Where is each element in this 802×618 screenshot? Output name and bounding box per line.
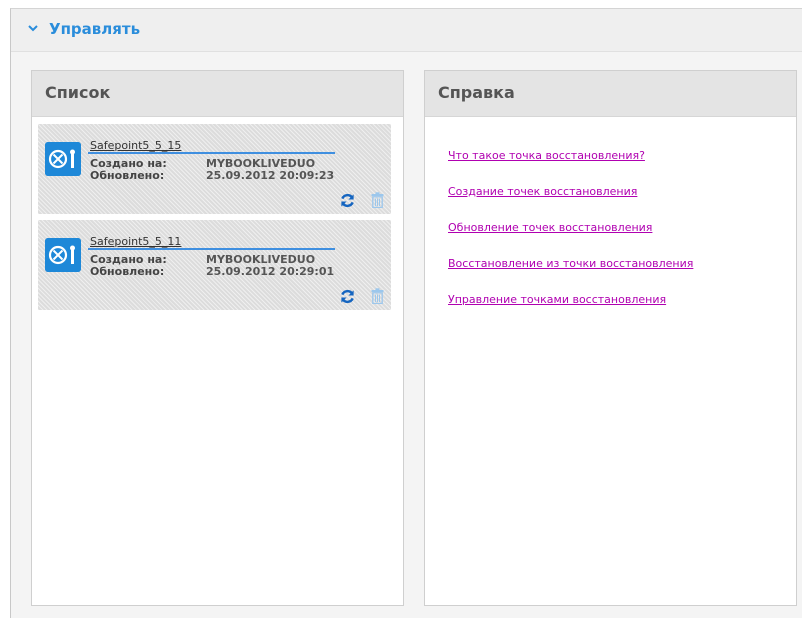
help-panel-title: Справка: [425, 71, 796, 117]
trash-icon[interactable]: [371, 288, 384, 304]
safepoint-name[interactable]: Safepoint5_5_11: [90, 235, 181, 248]
safepoint-item[interactable]: Safepoint5_5_15 Создано на: MYBOOKLIVEDU…: [38, 124, 391, 214]
help-panel: Справка Что такое точка восстановления? …: [424, 70, 797, 606]
section-header[interactable]: Управлять: [11, 9, 802, 52]
manage-section: Управлять Список Safepoint5_5_15 Создано…: [10, 8, 802, 618]
updated-value: 25.09.2012 20:09:23: [206, 169, 335, 182]
refresh-icon[interactable]: [339, 192, 356, 209]
safepoint-icon: [45, 238, 81, 272]
help-link-restore-from-safepoint[interactable]: Восстановление из точки восстановления: [448, 257, 693, 293]
safepoint-name-underline: [88, 248, 335, 250]
updated-value: 25.09.2012 20:29:01: [206, 265, 335, 278]
trash-icon[interactable]: [371, 192, 384, 208]
safepoint-name-underline: [88, 152, 335, 154]
help-link-what-is-safepoint[interactable]: Что такое точка восстановления?: [448, 149, 693, 185]
list-panel: Список Safepoint5_5_15 Создано на: MYBOO…: [31, 70, 404, 606]
help-link-update-safepoints[interactable]: Обновление точек восстановления: [448, 221, 693, 257]
section-title[interactable]: Управлять: [49, 20, 140, 38]
safepoint-item[interactable]: Safepoint5_5_11 Создано на: MYBOOKLIVEDU…: [38, 220, 391, 310]
refresh-icon[interactable]: [339, 288, 356, 305]
safepoint-icon: [45, 142, 81, 176]
updated-label: Обновлено:: [90, 169, 165, 182]
list-panel-title: Список: [32, 71, 403, 117]
chevron-down-icon[interactable]: [27, 23, 39, 35]
help-link-manage-safepoints[interactable]: Управление точками восстановления: [448, 293, 693, 329]
safepoint-name[interactable]: Safepoint5_5_15: [90, 139, 181, 152]
help-link-create-safepoints[interactable]: Создание точек восстановления: [448, 185, 693, 221]
updated-label: Обновлено:: [90, 265, 165, 278]
help-links: Что такое точка восстановления? Создание…: [448, 149, 693, 329]
